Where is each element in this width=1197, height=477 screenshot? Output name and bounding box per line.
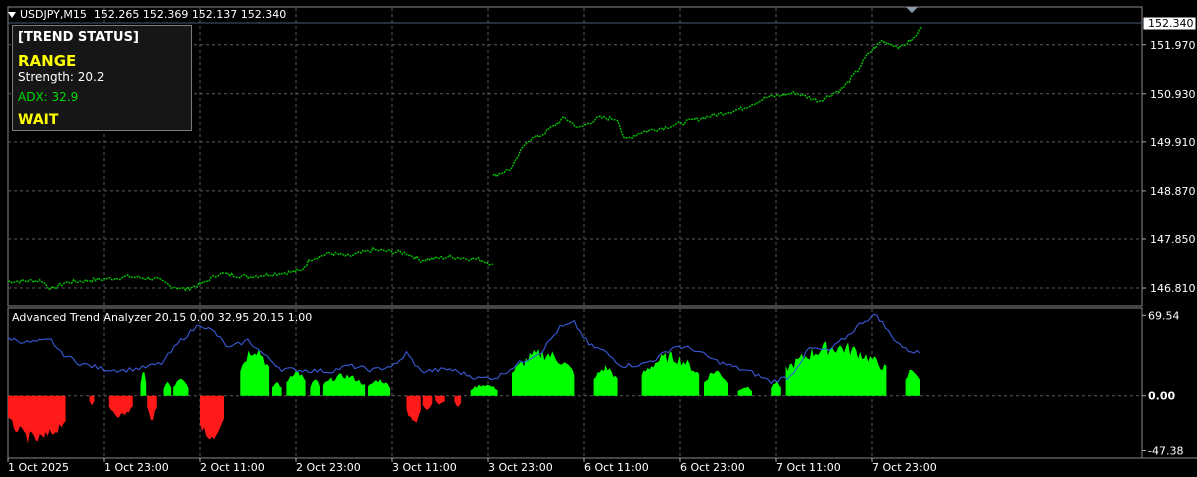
indicator-axis-label: 0.00 [1148, 390, 1175, 403]
histogram-bar-negative [406, 395, 421, 423]
indicator-axis-label: -47.38 [1148, 445, 1183, 458]
histogram-bar-positive [286, 370, 306, 396]
dropdown-arrow-icon[interactable] [8, 11, 16, 18]
time-axis-label: 7 Oct 11:00 [776, 461, 841, 474]
histogram-bar-positive [272, 382, 282, 396]
histogram-bar-positive [704, 370, 728, 396]
histogram-bar-negative [8, 395, 66, 444]
symbol-label: USDJPY,M15 [20, 8, 87, 21]
histogram-bar-positive [785, 341, 887, 396]
histogram-bar-positive [905, 369, 920, 396]
adx-value: ADX: 32.9 [18, 90, 79, 104]
histogram-bar-positive [641, 351, 700, 396]
time-axis-label: 6 Oct 23:00 [680, 461, 745, 474]
adx-line-layer [7, 313, 921, 385]
histogram-bar-positive [368, 379, 391, 396]
histogram-bar-positive [322, 373, 366, 396]
histogram [8, 341, 920, 444]
histogram-bar-negative [147, 395, 157, 421]
histogram-bar-positive [737, 386, 752, 396]
trend-status-panel: [TREND STATUS] RANGE Strength: 20.2 ADX:… [12, 25, 192, 131]
time-axis-label: 7 Oct 23:00 [872, 461, 937, 474]
time-axis-label: 1 Oct 2025 [8, 461, 69, 474]
price-axis-label: 151.970 [1150, 39, 1196, 52]
histogram-bar-negative [454, 395, 462, 407]
price-axis-label: 150.930 [1150, 88, 1196, 101]
time-axis-label: 6 Oct 11:00 [584, 461, 649, 474]
time-axis-label: 3 Oct 11:00 [392, 461, 457, 474]
time-axis-label: 2 Oct 23:00 [296, 461, 361, 474]
price-axis-label: 147.850 [1150, 233, 1196, 246]
price-axis-label: 146.810 [1150, 282, 1196, 295]
current-price-label: 152.340 [1148, 17, 1194, 30]
symbol-header[interactable]: USDJPY,M15 152.265 152.369 152.137 152.3… [2, 8, 286, 22]
histogram-bar-positive [240, 349, 270, 396]
adx-line [7, 313, 921, 385]
indicator-title: Advanced Trend Analyzer 20.15 0.00 32.95… [12, 311, 313, 324]
price-axis-label: 148.870 [1150, 185, 1196, 198]
histogram-bar-positive [470, 384, 498, 396]
histogram-bar-negative [89, 395, 95, 406]
price-series [492, 26, 923, 178]
trend-strength: Strength: 20.2 [18, 70, 105, 84]
histogram-bar-positive [512, 349, 575, 396]
histogram-bar-negative [435, 395, 445, 405]
indicator-axis-label: 69.54 [1148, 309, 1180, 322]
histogram-bar-negative [108, 395, 133, 418]
histogram-bar-positive [163, 381, 172, 396]
histogram-bar-positive [593, 365, 618, 396]
histogram-bar-negative [200, 395, 224, 440]
chart-window[interactable]: 1 Oct 2025 1 Oct 23:00 2 Oct 11:00 2 Oct 23… [0, 0, 1197, 477]
trend-action: WAIT [18, 112, 59, 128]
histogram-bar-positive [140, 371, 147, 396]
histogram-bar-positive [771, 380, 781, 396]
price-series [7, 246, 494, 292]
time-axis-label: 3 Oct 23:00 [488, 461, 553, 474]
histogram-bar-positive [173, 378, 189, 396]
trend-state: RANGE [18, 52, 77, 70]
price-axis-label: 149.910 [1150, 136, 1196, 149]
trend-status-title: [TREND STATUS] [18, 30, 139, 45]
time-axis-label: 2 Oct 11:00 [200, 461, 265, 474]
histogram-bar-positive [310, 379, 320, 396]
time-axis-label: 1 Oct 23:00 [104, 461, 169, 474]
histogram-bar-negative [422, 395, 433, 410]
shift-marker-icon[interactable] [906, 7, 918, 13]
ohlc-values: 152.265 152.369 152.137 152.340 [93, 8, 287, 21]
